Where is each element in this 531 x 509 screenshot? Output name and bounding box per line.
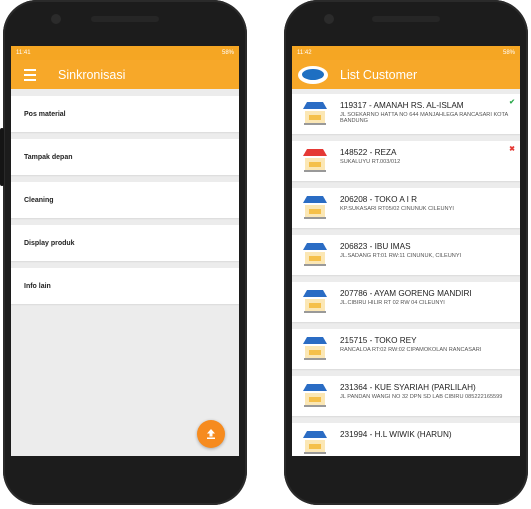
store-icon [303,196,327,219]
customer-text: 231994 - H.L WIWIK (HARUN) [340,429,514,441]
customer-address: RANCALOA RT:02 RW:02 CIPAMOKOLAN RANCASA… [340,347,482,353]
phone-sinkronisasi: 11:41 58% Sinkronisasi Pos material Tamp… [0,0,247,505]
phone-speaker [372,16,440,22]
sync-item-label: Tampak depan [24,153,73,161]
sync-item-label: Cleaning [24,196,54,204]
status-time: 11:41 [16,50,31,56]
customer-list-item[interactable]: 231364 - KUE SYARIAH (PARLILAH) JL PANDAN… [292,376,520,416]
sync-item-info-lain[interactable]: Info lain [11,268,239,304]
customer-list-item[interactable]: 206823 - IBU IMAS JL.SADANG RT:01 RW:11 C… [292,235,520,275]
page-title: Sinkronisasi [58,67,126,82]
phone-side-button [0,128,4,186]
check-icon: ✔ [509,99,515,106]
page-title: List Customer [340,67,418,82]
customer-title: 207786 - AYAM GORENG MANDIRI [340,289,472,298]
screen-sinkronisasi: 11:41 58% Sinkronisasi Pos material Tamp… [11,46,239,456]
upload-fab-button[interactable] [197,420,225,448]
cross-icon: ✖ [509,146,515,153]
status-battery: 58% [502,50,515,56]
customer-address: JL.CIBIRU HILIR RT 02 RW 04 CILEUNYI [340,300,445,306]
phone-list-customer: 11:42 58% List Customer 119317 - AMANAH … [284,0,528,505]
store-icon [303,384,327,407]
customer-title: 119317 - AMANAH RS. AL-ISLAM [340,101,464,110]
customer-address: JL SOEKARNO HATTA NO 644 MANJAHLEGA RANC… [340,112,508,125]
customer-text: 148522 - REZA SUKALUYU RT.003/012 [340,147,514,165]
customer-title: 215715 - TOKO REY [340,336,417,345]
customer-text: 119317 - AMANAH RS. AL-ISLAM JL SOEKARNO … [340,100,514,125]
sync-item-cleaning[interactable]: Cleaning [11,182,239,218]
status-bar: 11:41 58% [11,46,239,60]
customer-address: KP.SUKASARI RT05/02 CINUNUK CILEUNYI [340,206,454,212]
app-bar: Sinkronisasi [11,60,239,89]
sync-item-label: Pos material [24,110,66,118]
hamburger-menu-icon[interactable] [18,63,42,87]
customer-list-item[interactable]: 206208 - TOKO A I R KP.SUKASARI RT05/02 C… [292,188,520,228]
customer-list-item[interactable]: 119317 - AMANAH RS. AL-ISLAM JL SOEKARNO … [292,94,520,134]
phone-speaker [91,16,159,22]
customer-list-item[interactable]: 207786 - AYAM GORENG MANDIRI JL.CIBIRU HI… [292,282,520,322]
store-icon [303,337,327,360]
store-icon [303,431,327,454]
customer-text: 206823 - IBU IMAS JL.SADANG RT:01 RW:11 C… [340,241,514,259]
customer-text: 206208 - TOKO A I R KP.SUKASARI RT05/02 C… [340,194,514,212]
sync-item-display-produk[interactable]: Display produk [11,225,239,261]
upload-icon [207,429,215,439]
sync-item-label: Display produk [24,239,75,247]
status-time: 11:42 [297,50,312,56]
customer-list-item[interactable]: 215715 - TOKO REY RANCALOA RT:02 RW:02 CI… [292,329,520,369]
sync-list: Pos material Tampak depan Cleaning Displ… [11,89,239,456]
sync-item-pos-material[interactable]: Pos material [11,96,239,132]
phone-camera [324,14,334,24]
customer-address: SUKALUYU RT.003/012 [340,159,401,165]
sync-item-label: Info lain [24,282,51,290]
phone-camera [51,14,61,24]
customer-text: 215715 - TOKO REY RANCALOA RT:02 RW:02 CI… [340,335,514,353]
store-icon [303,149,327,172]
customer-address: JL.SADANG RT:01 RW:11 CINUNUK, CILEUNYI [340,253,462,259]
customer-title: 231364 - KUE SYARIAH (PARLILAH) [340,383,476,392]
app-logo [298,65,328,84]
screen-list-customer: 11:42 58% List Customer 119317 - AMANAH … [292,46,520,456]
customer-address: JL PANDAN WANGI NO 32 DPN SD LAB CIBIRU … [340,394,503,400]
customer-title: 206823 - IBU IMAS [340,242,411,251]
status-bar: 11:42 58% [292,46,520,60]
customer-title: 148522 - REZA [340,148,397,157]
store-icon [303,243,327,266]
customer-list-item[interactable]: 231994 - H.L WIWIK (HARUN) [292,423,520,456]
customer-title: 231994 - H.L WIWIK (HARUN) [340,430,452,439]
customer-list-item[interactable]: 148522 - REZA SUKALUYU RT.003/012 ✖ [292,141,520,181]
store-icon [303,290,327,313]
customer-text: 231364 - KUE SYARIAH (PARLILAH) JL PANDAN… [340,382,514,400]
customer-list: 119317 - AMANAH RS. AL-ISLAM JL SOEKARNO … [292,89,520,456]
store-icon [303,102,327,125]
app-bar: List Customer [292,60,520,89]
sync-item-tampak-depan[interactable]: Tampak depan [11,139,239,175]
status-battery: 58% [221,50,234,56]
customer-title: 206208 - TOKO A I R [340,195,418,204]
customer-text: 207786 - AYAM GORENG MANDIRI JL.CIBIRU HI… [340,288,514,306]
